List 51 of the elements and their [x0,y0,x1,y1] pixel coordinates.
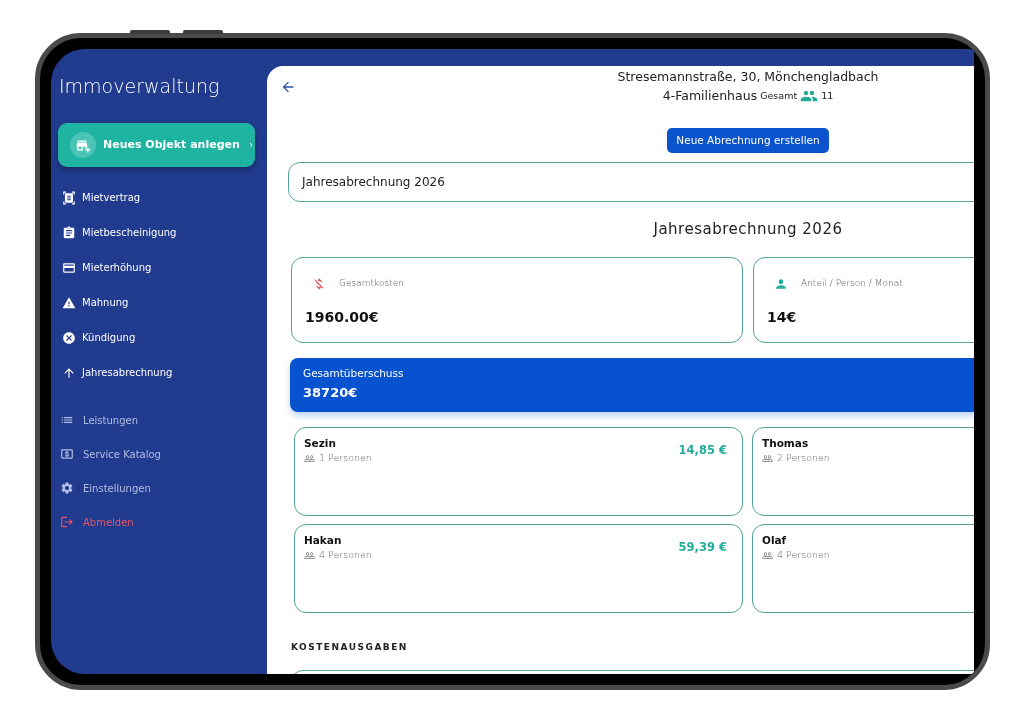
sidebar-item[interactable]: Mieterhöhung [51,250,267,285]
section-heading: KOSTENAUSGABEN [291,641,408,654]
stat-label: Anteil / Person / Monat [801,277,903,291]
sidebar-item[interactable]: Leistungen [51,403,267,437]
frame-ridge [183,30,223,34]
settings-icon [60,481,74,495]
sidebar-item[interactable]: Service Katalog [51,437,267,471]
tenant-amount: 59,39 € [678,539,727,556]
statement-select[interactable]: Jahresabrechnung 2026 [288,162,974,202]
new-statement-button[interactable]: Neue Abrechnung erstellen [667,128,829,153]
people-icon [762,549,773,561]
back-arrow-icon [280,79,296,95]
frame-ridge [130,30,170,34]
people-icon [304,549,315,561]
tenant-persons: 4 Personen [319,548,372,562]
building-type: 4-Familienhaus [662,87,758,105]
tenant-persons: 2 Personen [777,451,830,465]
card-icon [62,260,76,275]
sidebar-item[interactable]: Mietvertrag [51,180,267,215]
tenant-name: Olaf [762,533,787,548]
surplus-value: 38720€ [303,384,358,402]
surplus-label: Gesamtüberschuss [303,366,404,381]
stat-value: 14€ [767,308,797,326]
crossed-dollar-icon [312,277,326,291]
tenant-name: Thomas [762,436,809,451]
dollar-card-icon [60,447,74,461]
clipboard-icon [62,225,76,240]
sidebar-item[interactable]: Mahnung [51,285,267,320]
app-title: Immoverwaltung [59,74,220,98]
total-count: 11 [821,89,834,103]
people-icon [762,452,773,464]
stat-value: 1960.00€ [305,308,379,326]
stat-label: Gesamtkosten [339,277,404,291]
tenant-amount: 14,85 € [678,442,727,459]
sidebar-item[interactable]: Kündigung [51,320,267,355]
scanned-document-icon [62,190,76,205]
store-plus-icon [70,132,96,158]
logout-icon [60,515,74,529]
sidebar-item[interactable]: Jahresabrechnung [51,355,267,390]
statement-title: Jahresabrechnung 2026 [653,219,843,239]
warning-icon [62,295,76,310]
total-label: Gesamt [760,89,798,103]
tenant-persons: 4 Personen [777,548,830,562]
tenant-name: Sezin [304,436,336,451]
sidebar-item[interactable]: Mietbescheinigung [51,215,267,250]
sidebar-item[interactable]: Einstellungen [51,471,267,505]
people-icon [304,452,315,464]
tenant-persons: 1 Personen [319,451,372,465]
person-icon [774,277,788,291]
tenant-name: Hakan [304,533,342,548]
property-address: Stresemannstraße, 30, Mönchengladbach [617,68,879,86]
